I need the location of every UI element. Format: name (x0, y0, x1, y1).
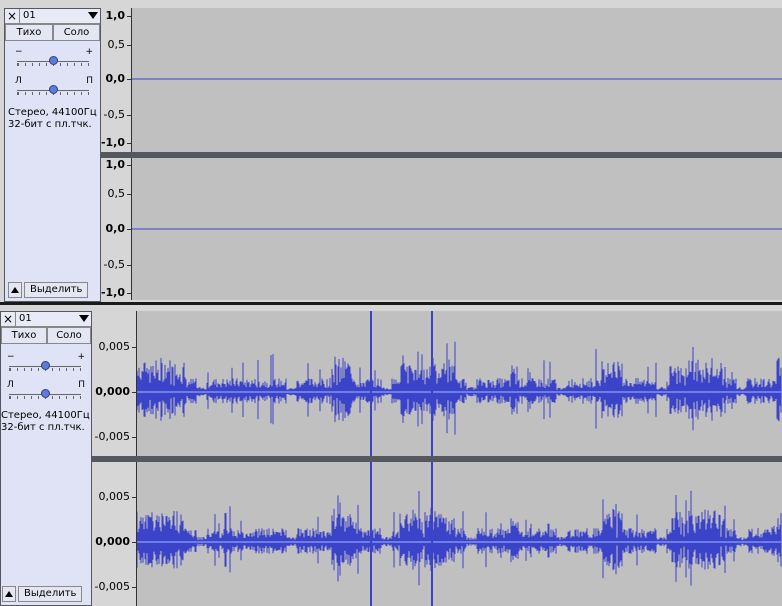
track-1-control-panel: × 01 Тихо Соло − + Л П Стерео, 44100Гц 3… (4, 8, 101, 302)
pan-right-label: П (86, 76, 93, 86)
select-button[interactable]: Выделить (24, 282, 89, 298)
pan-slider-thumb[interactable] (49, 85, 58, 94)
mute-button[interactable]: Тихо (5, 24, 53, 41)
waveform-path (137, 341, 782, 435)
track-2-channel-2-waveform[interactable] (137, 462, 782, 606)
scale-tick: 1,0 (105, 9, 126, 22)
track-2-name: 01 (19, 313, 32, 324)
select-button[interactable]: Выделить (18, 586, 83, 602)
track-1: × 01 Тихо Соло − + Л П Стерео, 44100Гц 3… (0, 0, 782, 304)
gain-plus-label: + (77, 352, 85, 362)
pan-slider[interactable]: Л П (13, 76, 93, 98)
solo-button[interactable]: Соло (53, 24, 100, 41)
track-2-channel-1-scale: 0,005 0,000 -0,005 (92, 311, 137, 456)
track-1-format-line1: Стерео, 44100Гц (8, 107, 97, 118)
track-1-channel-2-scale: 1,0 0,5 0,0 -0,5 -1,0 (101, 158, 132, 300)
pan-left-label: Л (15, 76, 22, 86)
scale-tick: 0,0 (105, 72, 126, 85)
track-1-name: 01 (23, 10, 36, 21)
track-1-format-line2: 32-бит с пл.тчк. (8, 119, 92, 130)
close-icon[interactable]: × (1, 312, 16, 326)
scale-tick: -0,005 (94, 430, 130, 443)
scale-tick: 0,005 (98, 340, 131, 353)
pan-slider[interactable]: Л П (5, 380, 85, 402)
track-2-title-bar[interactable]: × 01 (1, 312, 91, 327)
collapse-icon[interactable] (8, 282, 22, 298)
scale-tick: -1,0 (100, 286, 125, 299)
gain-minus-label: − (15, 47, 23, 57)
gain-slider[interactable]: − + (5, 352, 85, 374)
waveform-path (137, 490, 782, 586)
scale-tick: -0,5 (103, 108, 125, 121)
scale-tick: 1,0 (105, 158, 126, 171)
scale-tick: -0,5 (103, 258, 125, 271)
gain-minus-label: − (7, 352, 15, 362)
scale-tick: 0,0 (105, 222, 126, 235)
collapse-icon[interactable] (2, 586, 16, 602)
pan-slider-thumb[interactable] (41, 389, 50, 398)
gain-plus-label: + (85, 47, 93, 57)
mute-button[interactable]: Тихо (1, 327, 47, 344)
scale-tick: 0,5 (107, 187, 126, 200)
pan-left-label: Л (7, 380, 14, 390)
solo-button[interactable]: Соло (47, 327, 91, 344)
close-icon[interactable]: × (5, 9, 20, 23)
scale-tick: 0,000 (95, 535, 130, 548)
track-2-control-panel: × 01 Тихо Соло − + Л П Стерео, 44100Гц 3… (0, 311, 92, 606)
track-2-format-line2: 32-бит с пл.тчк. (1, 422, 85, 433)
track-1-channel-2-waveform[interactable] (132, 158, 782, 300)
track-1-channel-1-scale: 1,0 0,5 0,0 -0,5 -1,0 (101, 8, 132, 152)
gain-slider-thumb[interactable] (41, 361, 50, 370)
scale-tick: 0,5 (107, 38, 126, 51)
scale-tick: -1,0 (100, 136, 125, 149)
track-2: × 01 Тихо Соло − + Л П Стерео, 44100Гц 3… (0, 311, 782, 606)
gain-slider[interactable]: − + (13, 47, 93, 69)
scale-tick: 0,005 (98, 490, 131, 503)
track-1-channel-1-waveform[interactable] (132, 8, 782, 152)
track-2-channel-2-scale: 0,005 0,000 -0,005 (92, 462, 137, 606)
chevron-down-icon[interactable] (88, 12, 98, 19)
gain-slider-thumb[interactable] (49, 56, 58, 65)
chevron-down-icon[interactable] (79, 315, 89, 322)
pan-right-label: П (78, 380, 85, 390)
track-2-channel-1-waveform[interactable] (137, 311, 782, 456)
track-2-format-line1: Стерео, 44100Гц (1, 410, 90, 421)
scale-tick: -0,005 (94, 580, 130, 593)
track-1-title-bar[interactable]: × 01 (5, 9, 100, 24)
scale-tick: 0,000 (95, 385, 130, 398)
